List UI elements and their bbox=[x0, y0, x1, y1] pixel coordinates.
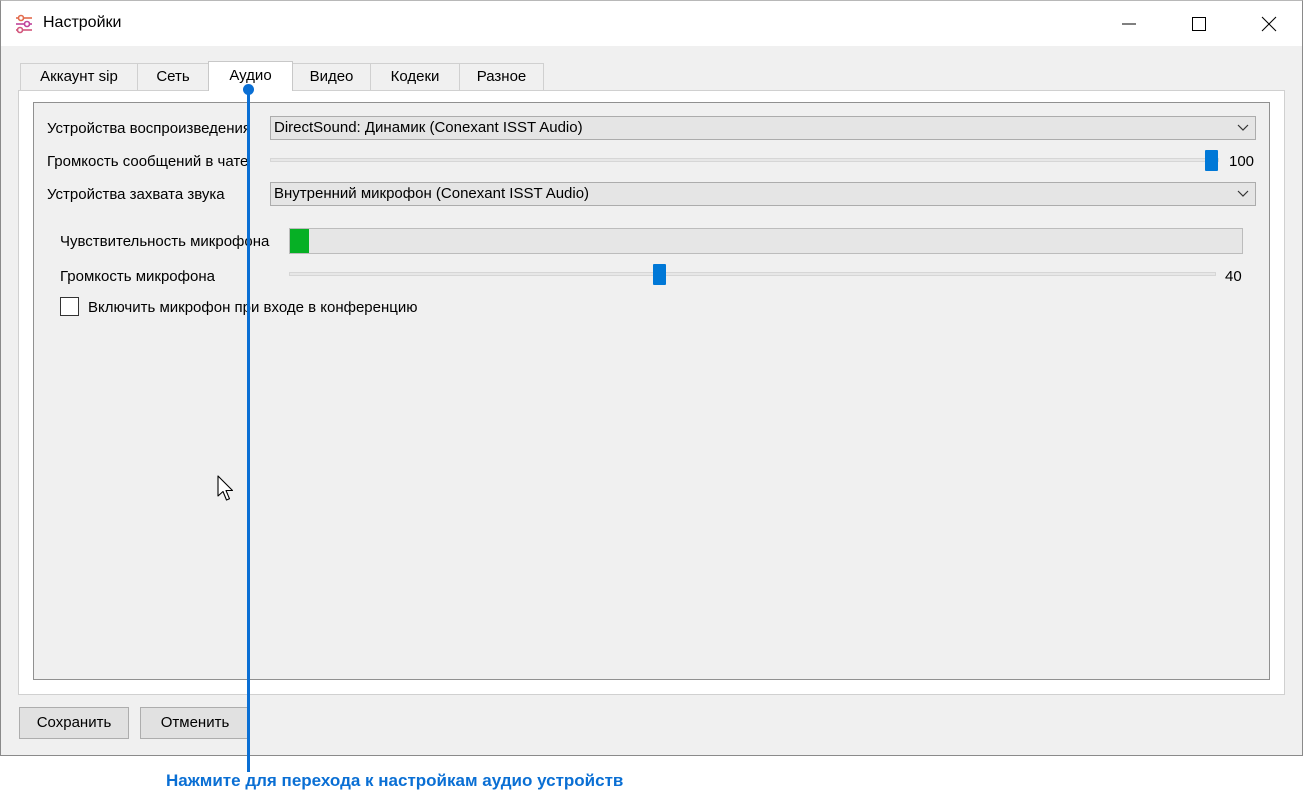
playback-devices-label: Устройства воспроизведения bbox=[47, 120, 252, 137]
mouse-cursor-icon bbox=[217, 475, 234, 501]
capture-device-select[interactable]: Внутренний микрофон (Conexant ISST Audio… bbox=[270, 182, 1256, 206]
tab-misc[interactable]: Разное bbox=[459, 63, 544, 90]
maximize-icon bbox=[1192, 17, 1206, 31]
mic-volume-value: 40 bbox=[1225, 268, 1242, 285]
tab-video[interactable]: Видео bbox=[292, 63, 371, 90]
playback-device-select[interactable]: DirectSound: Динамик (Conexant ISST Audi… bbox=[270, 116, 1256, 140]
capture-device-value: Внутренний микрофон (Conexant ISST Audio… bbox=[274, 185, 590, 202]
mic-sensitivity-meter bbox=[289, 228, 1243, 254]
mic-on-join-label[interactable]: Включить микрофон при входе в конференци… bbox=[88, 299, 417, 316]
mic-sensitivity-level-fill bbox=[290, 229, 310, 253]
title-bar[interactable]: Настройки bbox=[1, 1, 1302, 46]
save-button[interactable]: Сохранить bbox=[19, 707, 129, 739]
capture-devices-label: Устройства захвата звука bbox=[47, 186, 225, 203]
close-icon bbox=[1261, 16, 1277, 32]
mic-volume-slider-handle[interactable] bbox=[653, 264, 666, 285]
chat-volume-slider-handle[interactable] bbox=[1205, 150, 1218, 171]
chat-volume-value: 100 bbox=[1229, 153, 1255, 170]
minimize-icon bbox=[1122, 23, 1136, 25]
minimize-button[interactable] bbox=[1094, 1, 1164, 46]
window-title: Настройки bbox=[43, 14, 122, 31]
mic-volume-track[interactable] bbox=[289, 272, 1216, 276]
callout-line bbox=[247, 89, 250, 772]
cancel-button[interactable]: Отменить bbox=[140, 707, 250, 739]
mic-on-join-checkbox[interactable] bbox=[60, 297, 79, 316]
settings-sliders-icon bbox=[16, 14, 32, 34]
chat-volume-label: Громкость сообщений в чате bbox=[47, 153, 249, 170]
chevron-down-icon bbox=[1237, 190, 1249, 197]
chevron-down-icon bbox=[1237, 124, 1249, 131]
tab-codecs[interactable]: Кодеки bbox=[370, 63, 460, 90]
mic-volume-label: Громкость микрофона bbox=[60, 268, 215, 285]
chat-volume-track[interactable] bbox=[270, 158, 1219, 162]
playback-device-value: DirectSound: Динамик (Conexant ISST Audi… bbox=[274, 119, 583, 136]
tab-sip-account[interactable]: Аккаунт sip bbox=[20, 63, 138, 90]
tab-network[interactable]: Сеть bbox=[137, 63, 209, 90]
callout-text: Нажмите для перехода к настройкам аудио … bbox=[166, 771, 624, 790]
close-button[interactable] bbox=[1234, 1, 1304, 46]
mic-sensitivity-label: Чувствительность микрофона bbox=[60, 233, 270, 250]
maximize-button[interactable] bbox=[1164, 1, 1234, 46]
